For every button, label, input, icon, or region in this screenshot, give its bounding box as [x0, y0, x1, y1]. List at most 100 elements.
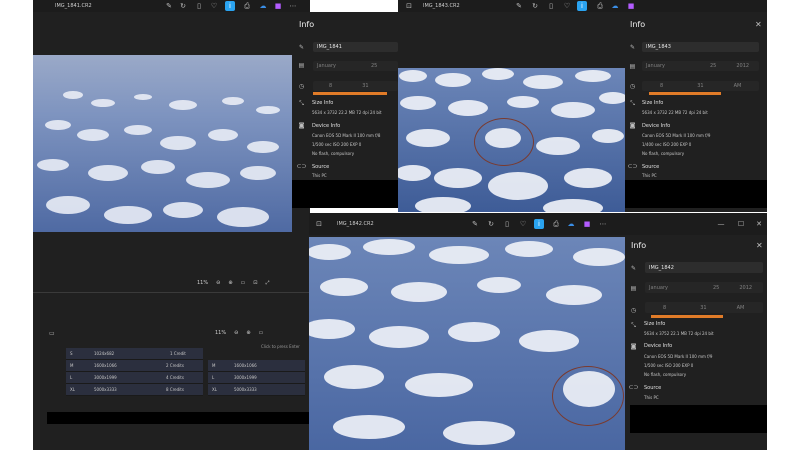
panel-title: Info [631, 241, 647, 250]
onedrive-icon[interactable]: ☁ [259, 2, 267, 10]
table-row[interactable]: M 1600x1066 2 Credits [66, 360, 203, 372]
clipchamp-icon[interactable]: ■ [274, 2, 282, 10]
size-icon: ⤡ [299, 99, 304, 107]
more-icon[interactable]: ⋯ [599, 220, 607, 228]
size-info-line: 5634 x 3732 22.2 MB 72 dpi 24 bit [312, 110, 382, 115]
device-line-1: Canon EOS 5D Mark II 100 mm f/9 [644, 354, 713, 359]
print-icon[interactable]: ⎙ [596, 2, 604, 10]
size-info-title: Size Info [312, 100, 334, 106]
device-line-1: Canon EOS 5D Mark II 100 mm f/9 [642, 133, 711, 138]
month-field[interactable]: January 25 [313, 61, 398, 71]
table-row[interactable]: XL 5000x3333 [208, 384, 305, 396]
size-info-title: Size Info [644, 321, 666, 327]
close-icon[interactable]: ✕ [755, 20, 762, 29]
table-row[interactable]: L 3000x1999 [208, 372, 305, 384]
edit-icon[interactable]: ✎ [165, 2, 173, 10]
heart-icon[interactable]: ♡ [519, 220, 527, 228]
time-field[interactable]: 8 31 AM [642, 81, 759, 91]
zoom-bar-bg: 11% ⊖ ⊕ ▭ [215, 330, 271, 336]
zoom-in-icon[interactable]: ⊕ [246, 330, 250, 336]
time-underline [651, 315, 723, 318]
info-panel-2: Info ✕ ✎ IMG_1843 ▤ January 25 2012 ◷ 8 31 A… [625, 12, 767, 208]
rotate-icon[interactable]: ↻ [179, 2, 187, 10]
filename-field[interactable]: IMG_1843 [642, 42, 759, 52]
rotate-icon[interactable]: ↻ [531, 2, 539, 10]
device-line-1: Canon EOS 5D Mark II 100 mm f/8 [312, 133, 381, 138]
trash-icon[interactable]: ▯ [195, 2, 203, 10]
panel-footer [630, 405, 767, 433]
device-line-2: 1/500 sec ISO 200 EXP 0 [644, 363, 694, 368]
close-icon[interactable]: ✕ [756, 241, 763, 250]
more-icon[interactable]: ⋯ [289, 2, 297, 10]
time-field[interactable]: 8 31 AM [645, 302, 763, 313]
heart-icon[interactable]: ♡ [210, 2, 218, 10]
zoom-level: 11% [197, 280, 209, 286]
panel-footer [292, 180, 398, 208]
print-icon[interactable]: ⎙ [552, 220, 560, 228]
clock-icon: ◷ [298, 83, 305, 90]
window-title: IMG_1843.CR2 [423, 3, 460, 9]
device-info-title: Device Info [644, 343, 673, 349]
time-field[interactable]: 8 31 [313, 81, 398, 91]
fullscreen-icon[interactable]: ⤢ [265, 280, 269, 286]
device-line-3: No flash, compulsory [644, 372, 687, 377]
window-title: IMG_1842.CR2 [337, 221, 374, 227]
clock-icon: ◷ [629, 83, 636, 90]
table-row[interactable]: S 1024x682 1 Credit [66, 348, 203, 360]
table-row[interactable]: M 1600x1066 [208, 360, 305, 372]
zoom-out-icon[interactable]: ⊖ [216, 280, 220, 286]
zoom-level: 11% [215, 330, 227, 336]
app-icon: ⊡ [406, 1, 412, 10]
camera-icon: ◙ [298, 122, 305, 129]
minimize-icon[interactable]: — [717, 220, 725, 228]
link-icon: ⊂⊃ [628, 384, 639, 391]
size-info-line: 5634 x 3732 22 MB 72 dpi 24 bit [642, 110, 708, 115]
info-panel-3: Info ✕ ✎ IMG_1842 ▤ January 25 2012 ◷ 8 31 A… [626, 235, 767, 450]
fit-icon[interactable]: ▭ [259, 330, 264, 336]
source-title: Source [312, 164, 330, 170]
table-row[interactable]: L 3000x1999 4 Credits [66, 372, 203, 384]
info-icon[interactable]: i [577, 1, 587, 11]
panel-title: Info [299, 20, 315, 29]
camera-icon: ◙ [629, 122, 636, 129]
onedrive-icon[interactable]: ☁ [567, 220, 575, 228]
panel-title: Info [630, 20, 646, 29]
source-line: This PC [312, 173, 327, 178]
size-icon: ⤡ [631, 321, 636, 329]
edit-icon[interactable]: ✎ [471, 220, 479, 228]
zoom-out-icon[interactable]: ⊖ [234, 330, 238, 336]
heart-icon[interactable]: ♡ [563, 2, 571, 10]
info-icon[interactable]: i [225, 1, 235, 11]
maximize-icon[interactable]: ☐ [737, 220, 745, 228]
link-icon: ⊂⊃ [296, 163, 307, 170]
panel-toggle-icon[interactable]: ▭ [49, 330, 55, 337]
trash-icon[interactable]: ▯ [547, 2, 555, 10]
size-icon: ⤡ [630, 99, 635, 107]
zoom-in-icon[interactable]: ⊕ [228, 280, 232, 286]
rotate-icon[interactable]: ↻ [487, 220, 495, 228]
info-icon[interactable]: i [534, 219, 544, 229]
rename-icon: ✎ [629, 44, 636, 51]
clipchamp-icon[interactable]: ■ [583, 220, 591, 228]
trash-icon[interactable]: ▯ [503, 220, 511, 228]
close-icon[interactable]: ✕ [755, 220, 763, 228]
edit-icon[interactable]: ✎ [515, 2, 523, 10]
clipchamp-icon[interactable]: ■ [627, 2, 635, 10]
print-icon[interactable]: ⎙ [243, 2, 251, 10]
search-hint[interactable]: Click to press Enter [261, 344, 300, 349]
filename-field[interactable]: IMG_1842 [645, 262, 763, 273]
link-icon: ⊂⊃ [627, 163, 638, 170]
onedrive-icon[interactable]: ☁ [611, 2, 619, 10]
date-field[interactable]: January 25 2012 [645, 282, 763, 293]
fit-icon[interactable]: ▭ [241, 280, 246, 286]
background-window: IMG_1841.CR2 11% ⊖ ⊕ ▭ ⊡ ⤢ 11% ⊖ ⊕ ▭ ▭ S… [33, 0, 310, 450]
device-line-2: 1/500 sec ISO 200 EXP 0 [312, 142, 362, 147]
date-field[interactable]: January 25 2012 [642, 61, 759, 71]
filename-field[interactable]: IMG_1841 [313, 42, 398, 52]
actual-size-icon[interactable]: ⊡ [253, 280, 257, 286]
calendar-icon: ▤ [630, 285, 637, 292]
photo-img-1841 [33, 55, 292, 232]
table-row[interactable]: XL 5000x3333 8 Credits [66, 384, 203, 396]
time-underline [313, 92, 387, 95]
device-line-2: 1/400 sec ISO 200 EXP 0 [642, 142, 692, 147]
